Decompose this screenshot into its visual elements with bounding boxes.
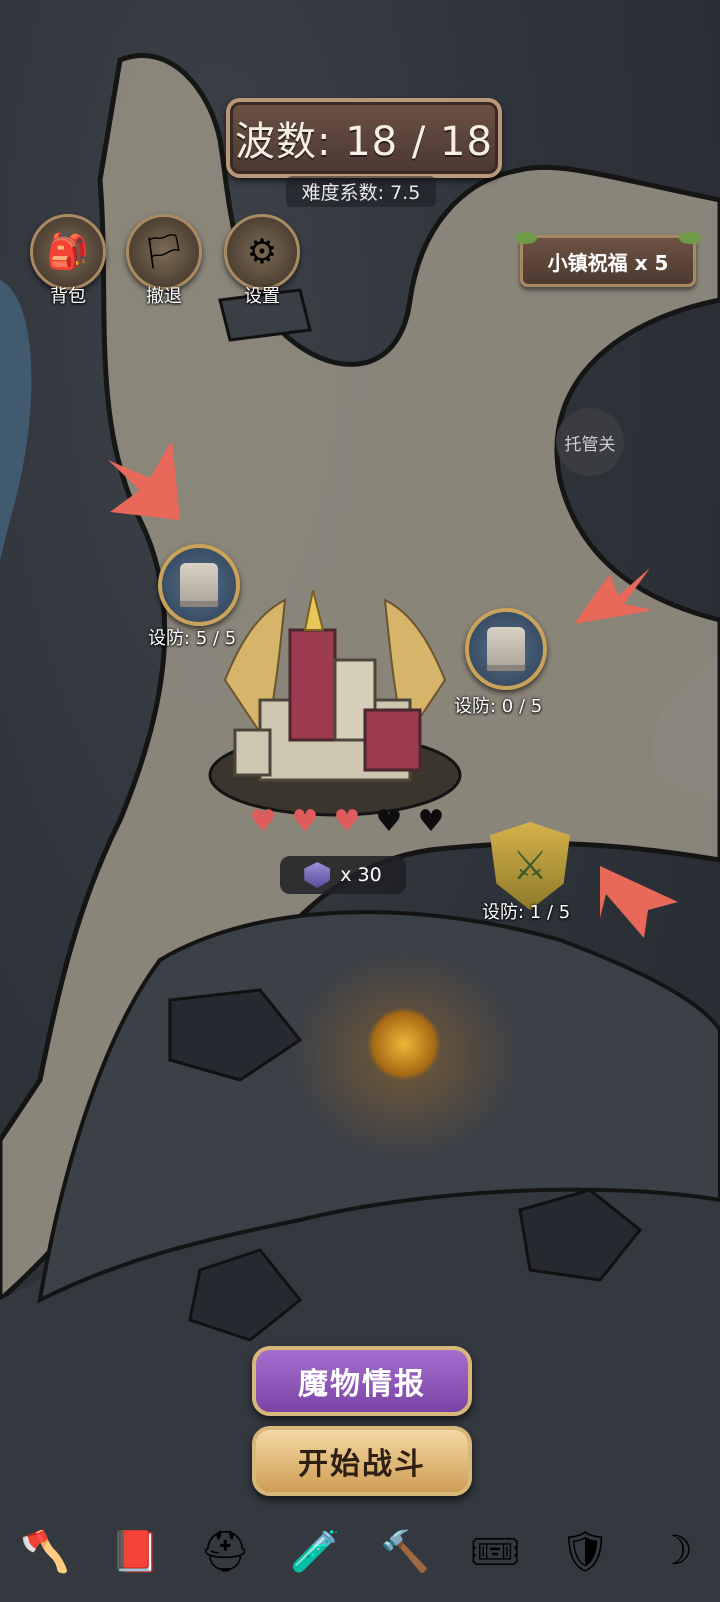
heart-empty-icon: ♥ [417,803,445,839]
settings-button[interactable]: ⚙ 设置 [222,214,302,307]
town-blessing-badge[interactable]: 小镇祝福 x 5 [515,232,701,287]
defense-status-right: 设防: 0 / 5 [454,696,543,717]
backpack-label: 背包 [50,286,86,307]
difficulty-label: 难度系数: 7.5 [286,176,436,207]
golden-tickets-icon[interactable]: 🎟 [462,1518,528,1584]
crossed-swords-shield-icon: ⚔ [512,843,548,889]
bottom-toolbar: 🪓 📕 ⛑ 🧪 🔨 🎟 🛡 ☽ [0,1500,720,1602]
scythe-icon[interactable]: ☽ [642,1518,708,1584]
gears-icon: ⚙ [224,214,300,290]
crystal-icon [304,862,331,888]
retreat-button[interactable]: 🏳 撤退 [124,214,204,307]
start-battle-button[interactable]: 开始战斗 [252,1426,472,1496]
heart-full-icon: ♥ [249,803,277,839]
town-blessing-label: 小镇祝福 x 5 [547,250,669,275]
game-screen: 波数: 18 / 18 难度系数: 7.5 🎒 背包 🏳 撤退 ⚙ 设置 小镇祝… [0,0,720,1602]
leaf-icon [679,232,701,244]
leaf-icon [515,232,537,244]
hammer-icon[interactable]: 🔨 [372,1518,438,1584]
backpack-icon: 🎒 [30,214,106,290]
castle-health: ♥ ♥ ♥ ♥ ♥ [245,803,449,839]
auto-play-toggle[interactable]: 托管关 [556,408,624,476]
spawn-portal [368,1008,440,1080]
crystal-counter: x 30 [280,856,406,894]
green-potion-icon[interactable]: 🧪 [282,1518,348,1584]
red-book-icon[interactable]: 📕 [102,1518,168,1584]
crystal-count: x 30 [340,864,382,886]
wave-banner: 波数: 18 / 18 [226,98,502,178]
winged-helmet-icon[interactable]: ⛑ [192,1518,258,1584]
wave-counter: 波数: 18 / 18 [235,119,493,165]
defense-status-bottom: 设防: 1 / 5 [482,902,571,923]
monster-info-button[interactable]: 魔物情报 [252,1346,472,1416]
defense-tower-right[interactable] [465,608,547,690]
retreat-label: 撤退 [146,286,182,307]
castle-base[interactable] [205,590,465,820]
retreat-flag-icon: 🏳 [126,214,202,290]
tower-icon [487,627,525,671]
backpack-button[interactable]: 🎒 背包 [28,214,108,307]
heart-empty-icon: ♥ [375,803,403,839]
heart-full-icon: ♥ [291,803,319,839]
settings-label: 设置 [244,286,280,307]
axe-icon[interactable]: 🪓 [12,1518,78,1584]
heart-full-icon: ♥ [333,803,361,839]
purple-shield-icon[interactable]: 🛡 [552,1518,618,1584]
